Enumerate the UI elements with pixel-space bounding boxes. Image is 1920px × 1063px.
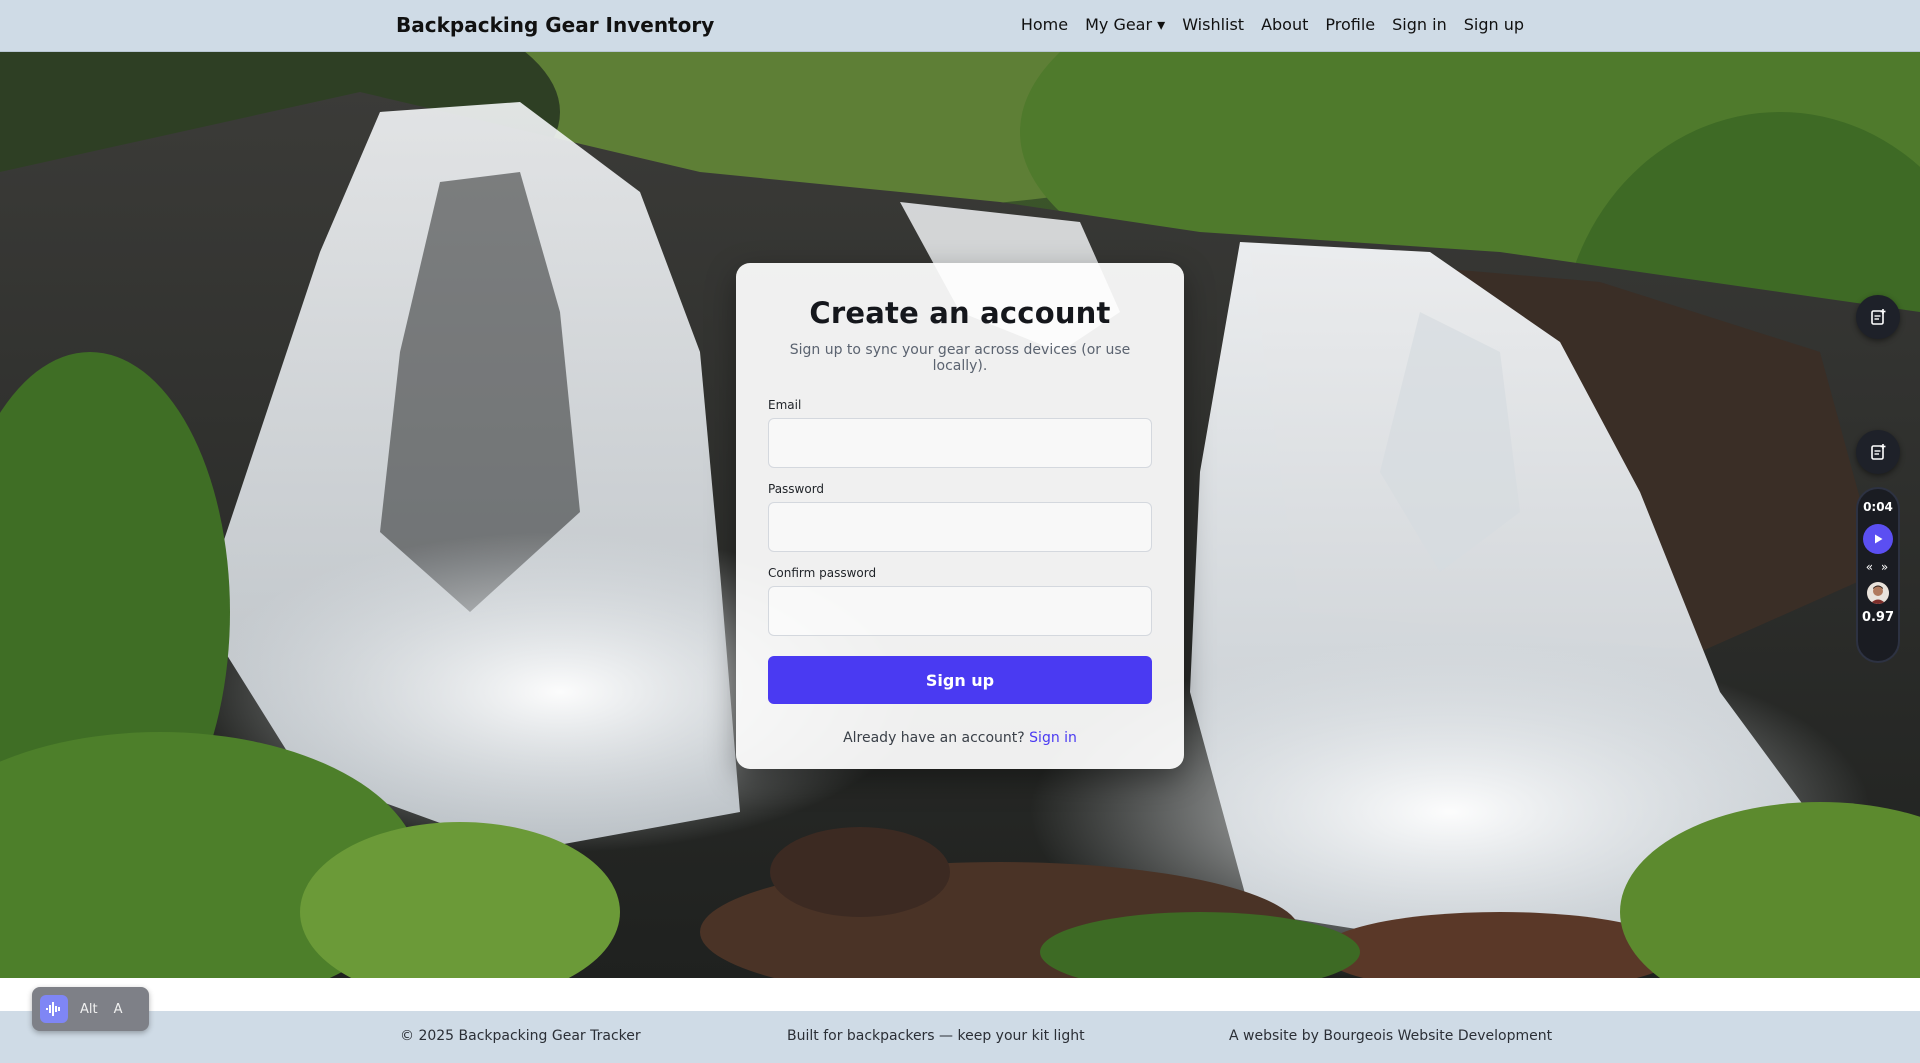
nav-home[interactable]: Home (1021, 15, 1068, 34)
confirm-password-label: Confirm password (768, 566, 877, 580)
email-label: Email (768, 398, 802, 412)
nav-links: Home My Gear ▾ Wishlist About Profile Si… (1021, 15, 1524, 34)
playback-speed[interactable]: 0.97 (1858, 610, 1898, 625)
sound-wave-icon (46, 1002, 60, 1016)
password-field[interactable] (768, 502, 1152, 552)
accessibility-toolbar: Alt A (32, 987, 149, 1031)
footer-tagline: Built for backpackers — keep your kit li… (787, 1028, 1085, 1044)
signup-card: Create an account Sign up to sync your g… (736, 263, 1184, 769)
voice-avatar[interactable] (1867, 582, 1889, 604)
avatar-icon (1867, 582, 1889, 604)
card-title: Create an account (809, 296, 1111, 330)
confirm-password-field[interactable] (768, 586, 1152, 636)
skip-controls[interactable]: « » (1858, 560, 1898, 574)
nav-wishlist[interactable]: Wishlist (1182, 15, 1244, 34)
sign-up-button[interactable]: Sign up (768, 656, 1152, 704)
brand-title[interactable]: Backpacking Gear Inventory (396, 13, 714, 37)
password-label: Password (768, 482, 825, 496)
alt-key-button[interactable]: Alt (76, 1002, 102, 1017)
footer: © 2025 Backpacking Gear Tracker Built fo… (0, 1011, 1920, 1063)
play-icon (1875, 534, 1883, 544)
top-navbar: Backpacking Gear Inventory Home My Gear … (0, 0, 1920, 52)
note-add-icon (1871, 444, 1886, 460)
a-key-button[interactable]: A (110, 1002, 127, 1017)
footer-copyright: © 2025 Backpacking Gear Tracker (400, 1028, 641, 1044)
signin-link[interactable]: Sign in (1029, 730, 1077, 746)
voice-wave-button[interactable] (40, 995, 68, 1023)
audio-player-widget: 0:04 « » 0.97 (1856, 487, 1900, 663)
nav-sign-in[interactable]: Sign in (1392, 15, 1447, 34)
card-subtitle: Sign up to sync your gear across devices… (789, 342, 1131, 374)
signin-prompt-text: Already have an account? (843, 730, 1025, 746)
play-button[interactable] (1863, 524, 1893, 554)
nav-profile[interactable]: Profile (1325, 15, 1375, 34)
nav-about[interactable]: About (1261, 15, 1308, 34)
player-time: 0:04 (1863, 500, 1893, 514)
email-field[interactable] (768, 418, 1152, 468)
notes-widget-button[interactable] (1856, 295, 1900, 339)
notes-widget-button-2[interactable] (1856, 430, 1900, 474)
footer-credit: A website by Bourgeois Website Developme… (1229, 1028, 1553, 1044)
note-add-icon (1871, 309, 1886, 325)
signin-prompt: Already have an account? Sign in (768, 730, 1152, 746)
nav-sign-up[interactable]: Sign up (1464, 15, 1524, 34)
nav-my-gear-dropdown[interactable]: My Gear ▾ (1085, 15, 1165, 34)
